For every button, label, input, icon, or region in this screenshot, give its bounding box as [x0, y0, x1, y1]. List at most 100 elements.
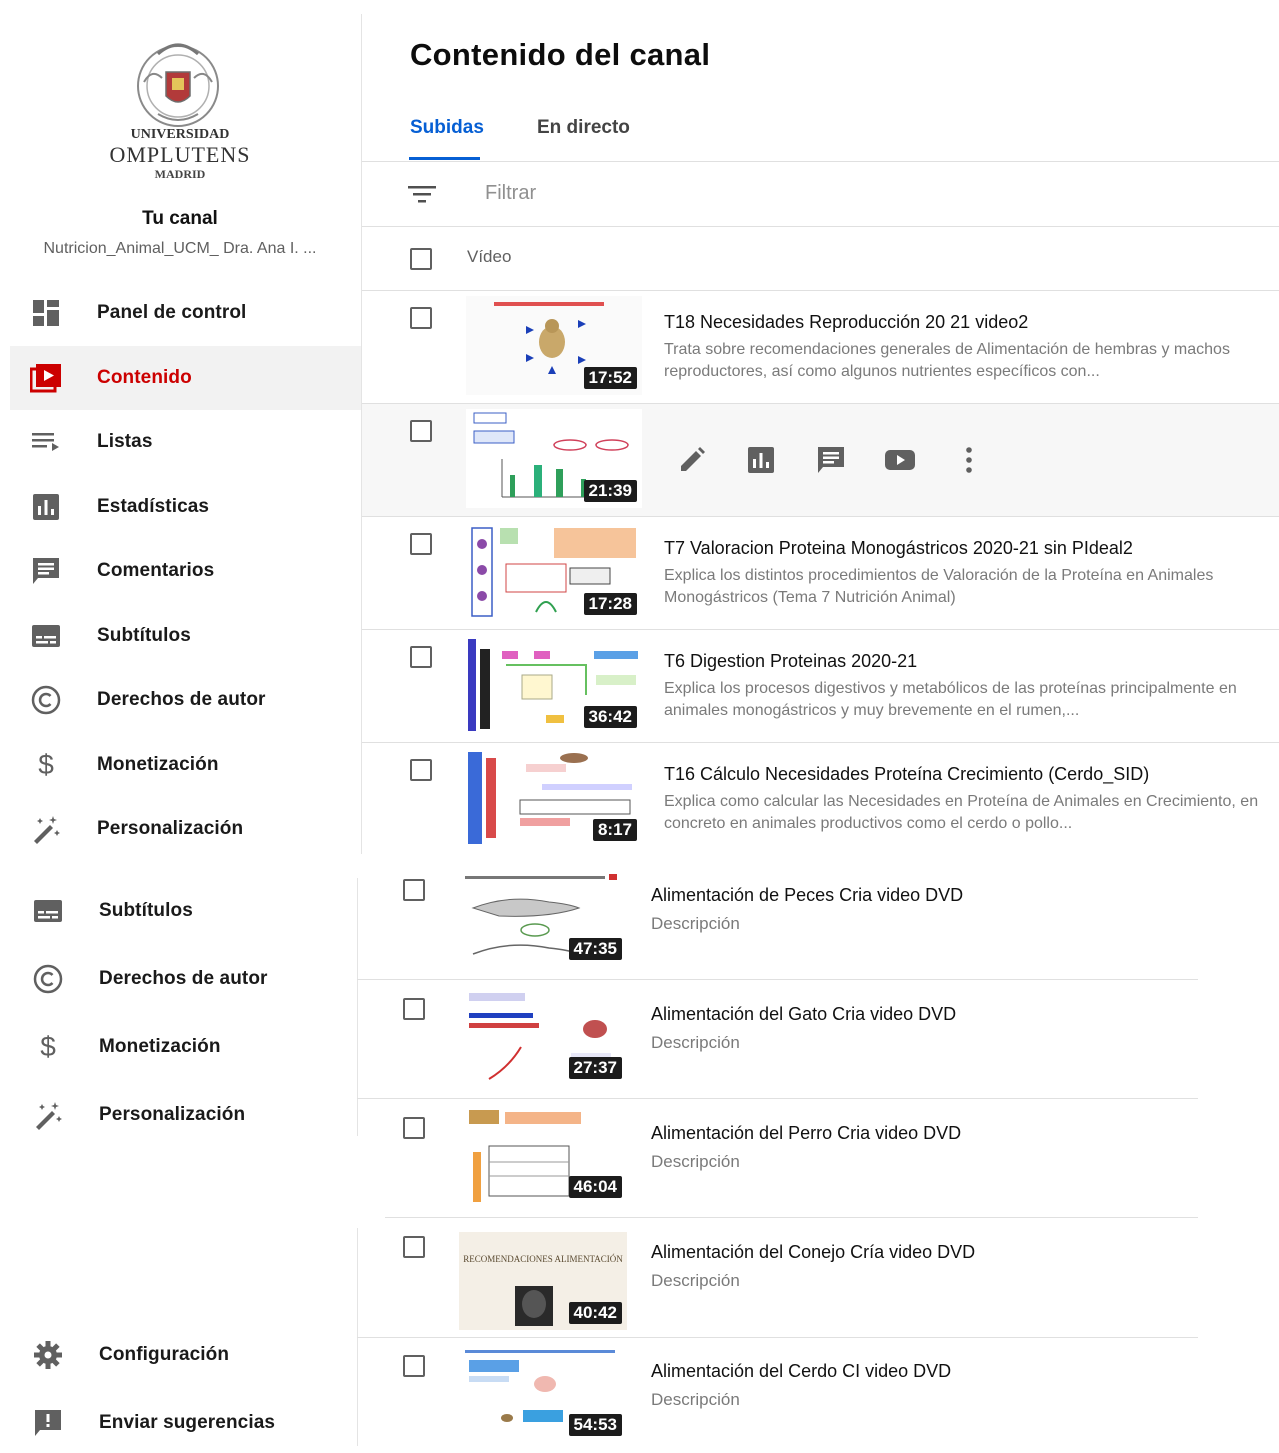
video-thumbnail[interactable]: RECOMENDACIONES ALIMENTACIÓN 40:42 [459, 1232, 627, 1330]
row-divider [357, 1337, 1198, 1338]
video-title[interactable]: T16 Cálculo Necesidades Proteína Crecimi… [664, 764, 1149, 785]
sidebar-item-monetizacion[interactable]: $ Monetización [10, 1017, 355, 1077]
video-thumbnail[interactable]: 36:42 [466, 635, 642, 734]
video-title[interactable]: Alimentación del Cerdo CI video DVD [651, 1361, 951, 1382]
row-checkbox[interactable] [410, 533, 432, 555]
video-description: Explica como calcular las Necesidades en… [664, 793, 1259, 832]
row-divider [362, 629, 1279, 630]
sidebar-item-personalizacion[interactable]: Personalización [10, 797, 361, 861]
page-title: Contenido del canal [410, 37, 711, 72]
sidebar-item-contenido[interactable]: Contenido [10, 346, 361, 410]
video-thumbnail[interactable]: 27:37 [459, 987, 627, 1085]
analytics-icon [30, 491, 62, 523]
header-divider [362, 290, 1279, 291]
row-divider [385, 1217, 1198, 1218]
sidebar-item-label: Contenido [97, 367, 192, 388]
row-checkbox[interactable] [403, 1355, 425, 1377]
sidebar-item-monetizacion[interactable]: $ Monetización [10, 733, 361, 797]
video-description: Descripción [651, 914, 740, 933]
video-duration: 36:42 [583, 706, 637, 728]
video-thumbnail[interactable]: 54:53 [459, 1344, 627, 1442]
video-title[interactable]: Alimentación del Gato Cria video DVD [651, 1004, 956, 1025]
sidebar-item-panel-de-control[interactable]: Panel de control [10, 281, 361, 345]
dollar-icon: $ [40, 1031, 56, 1062]
tab-active-indicator [409, 157, 480, 160]
copyright-icon [32, 963, 64, 995]
dashboard-icon [30, 297, 62, 329]
copyright-icon [30, 684, 62, 716]
sidebar-item-personalizacion[interactable]: Personalización [10, 1085, 355, 1145]
sidebar-item-label: Derechos de autor [99, 968, 268, 989]
video-thumbnail[interactable]: 8:17 [466, 748, 642, 847]
sidebar-item-label: Derechos de autor [97, 689, 266, 710]
video-title[interactable]: Alimentación de Peces Cria video DVD [651, 885, 963, 906]
university-name-line1: UNIVERSIDAD [130, 127, 230, 142]
row-checkbox[interactable] [403, 998, 425, 1020]
sidebar-item-label: Subtítulos [99, 900, 193, 921]
video-duration: 17:28 [583, 593, 637, 615]
sidebar-item-configuracion[interactable]: Configuración [10, 1325, 355, 1385]
youtube-play-icon[interactable] [884, 444, 916, 476]
tab-subidas[interactable]: Subidas [410, 117, 484, 139]
row-divider [362, 742, 1279, 743]
gear-icon [32, 1339, 64, 1371]
video-description: Explica los procesos digestivos y metabó… [664, 680, 1237, 719]
video-title[interactable]: T7 Valoracion Proteina Monogástricos 202… [664, 538, 1133, 559]
video-title[interactable]: Alimentación del Conejo Cría video DVD [651, 1242, 975, 1263]
select-all-checkbox[interactable] [410, 248, 432, 270]
row-checkbox[interactable] [410, 307, 432, 329]
video-title[interactable]: Alimentación del Perro Cria video DVD [651, 1123, 961, 1144]
filter-input[interactable]: Filtrar [485, 182, 1265, 205]
sidebar-item-derechos-de-autor[interactable]: Derechos de autor [10, 668, 361, 732]
row-checkbox[interactable] [410, 646, 432, 668]
video-thumbnail[interactable]: 46:04 [459, 1106, 627, 1204]
row-checkbox[interactable] [403, 1236, 425, 1258]
channel-name[interactable]: Nutricion_Animal_UCM_ Dra. Ana I. ... [20, 240, 340, 258]
sidebar-item-label: Personalización [99, 1104, 246, 1125]
magic-wand-icon [30, 813, 62, 845]
edit-pencil-icon[interactable] [676, 444, 708, 476]
video-thumbnail[interactable]: 17:28 [466, 522, 642, 621]
sidebar-item-subtitulos[interactable]: Subtítulos [10, 881, 355, 941]
magic-wand-icon [32, 1099, 64, 1131]
video-title[interactable]: T18 Necesidades Reproducción 20 21 video… [664, 312, 1028, 333]
sidebar-item-label: Personalización [97, 818, 244, 839]
sidebar-item-derechos-de-autor[interactable]: Derechos de autor [10, 949, 355, 1009]
column-header-video: Vídeo [467, 247, 512, 266]
video-duration: 47:35 [568, 938, 622, 960]
row-checkbox[interactable] [403, 879, 425, 901]
feedback-icon [32, 1407, 64, 1439]
comments-icon[interactable] [815, 444, 847, 476]
sidebar-item-estadisticas[interactable]: Estadísticas [10, 475, 361, 539]
tab-en-directo[interactable]: En directo [537, 117, 630, 139]
university-name-line2: OMPLUTENS [109, 142, 251, 167]
video-description: Descripción [651, 1390, 740, 1409]
video-duration: 8:17 [592, 819, 637, 841]
university-name-line3: MADRID [154, 167, 206, 181]
video-description: Descripción [651, 1271, 740, 1290]
video-title[interactable]: T6 Digestion Proteinas 2020-21 [664, 651, 917, 672]
video-thumbnail[interactable]: 17:52 [466, 296, 642, 395]
filter-divider [362, 226, 1279, 227]
video-description: Trata sobre recomendaciones generales de… [664, 341, 1230, 380]
sidebar-item-enviar-sugerencias[interactable]: Enviar sugerencias [10, 1393, 355, 1453]
subtitles-icon [32, 895, 64, 927]
more-options-icon[interactable] [953, 444, 985, 476]
sidebar-item-comentarios[interactable]: Comentarios [10, 539, 361, 603]
sidebar-item-label: Configuración [99, 1344, 230, 1365]
row-checkbox[interactable] [410, 420, 432, 442]
video-thumbnail[interactable]: 21:39 [466, 409, 642, 508]
analytics-icon[interactable] [745, 444, 777, 476]
video-duration: 54:53 [568, 1414, 622, 1436]
sidebar-item-label: Enviar sugerencias [99, 1412, 276, 1433]
sidebar-item-label: Comentarios [97, 560, 215, 581]
row-checkbox[interactable] [403, 1117, 425, 1139]
dollar-icon: $ [38, 749, 54, 780]
filter-icon[interactable] [407, 182, 437, 206]
comments-icon [30, 555, 62, 587]
university-logo[interactable] [128, 34, 228, 130]
sidebar-item-subtitulos[interactable]: Subtítulos [10, 604, 361, 668]
sidebar-item-listas[interactable]: Listas [10, 410, 361, 474]
row-checkbox[interactable] [410, 759, 432, 781]
video-thumbnail[interactable]: 47:35 [459, 868, 627, 966]
